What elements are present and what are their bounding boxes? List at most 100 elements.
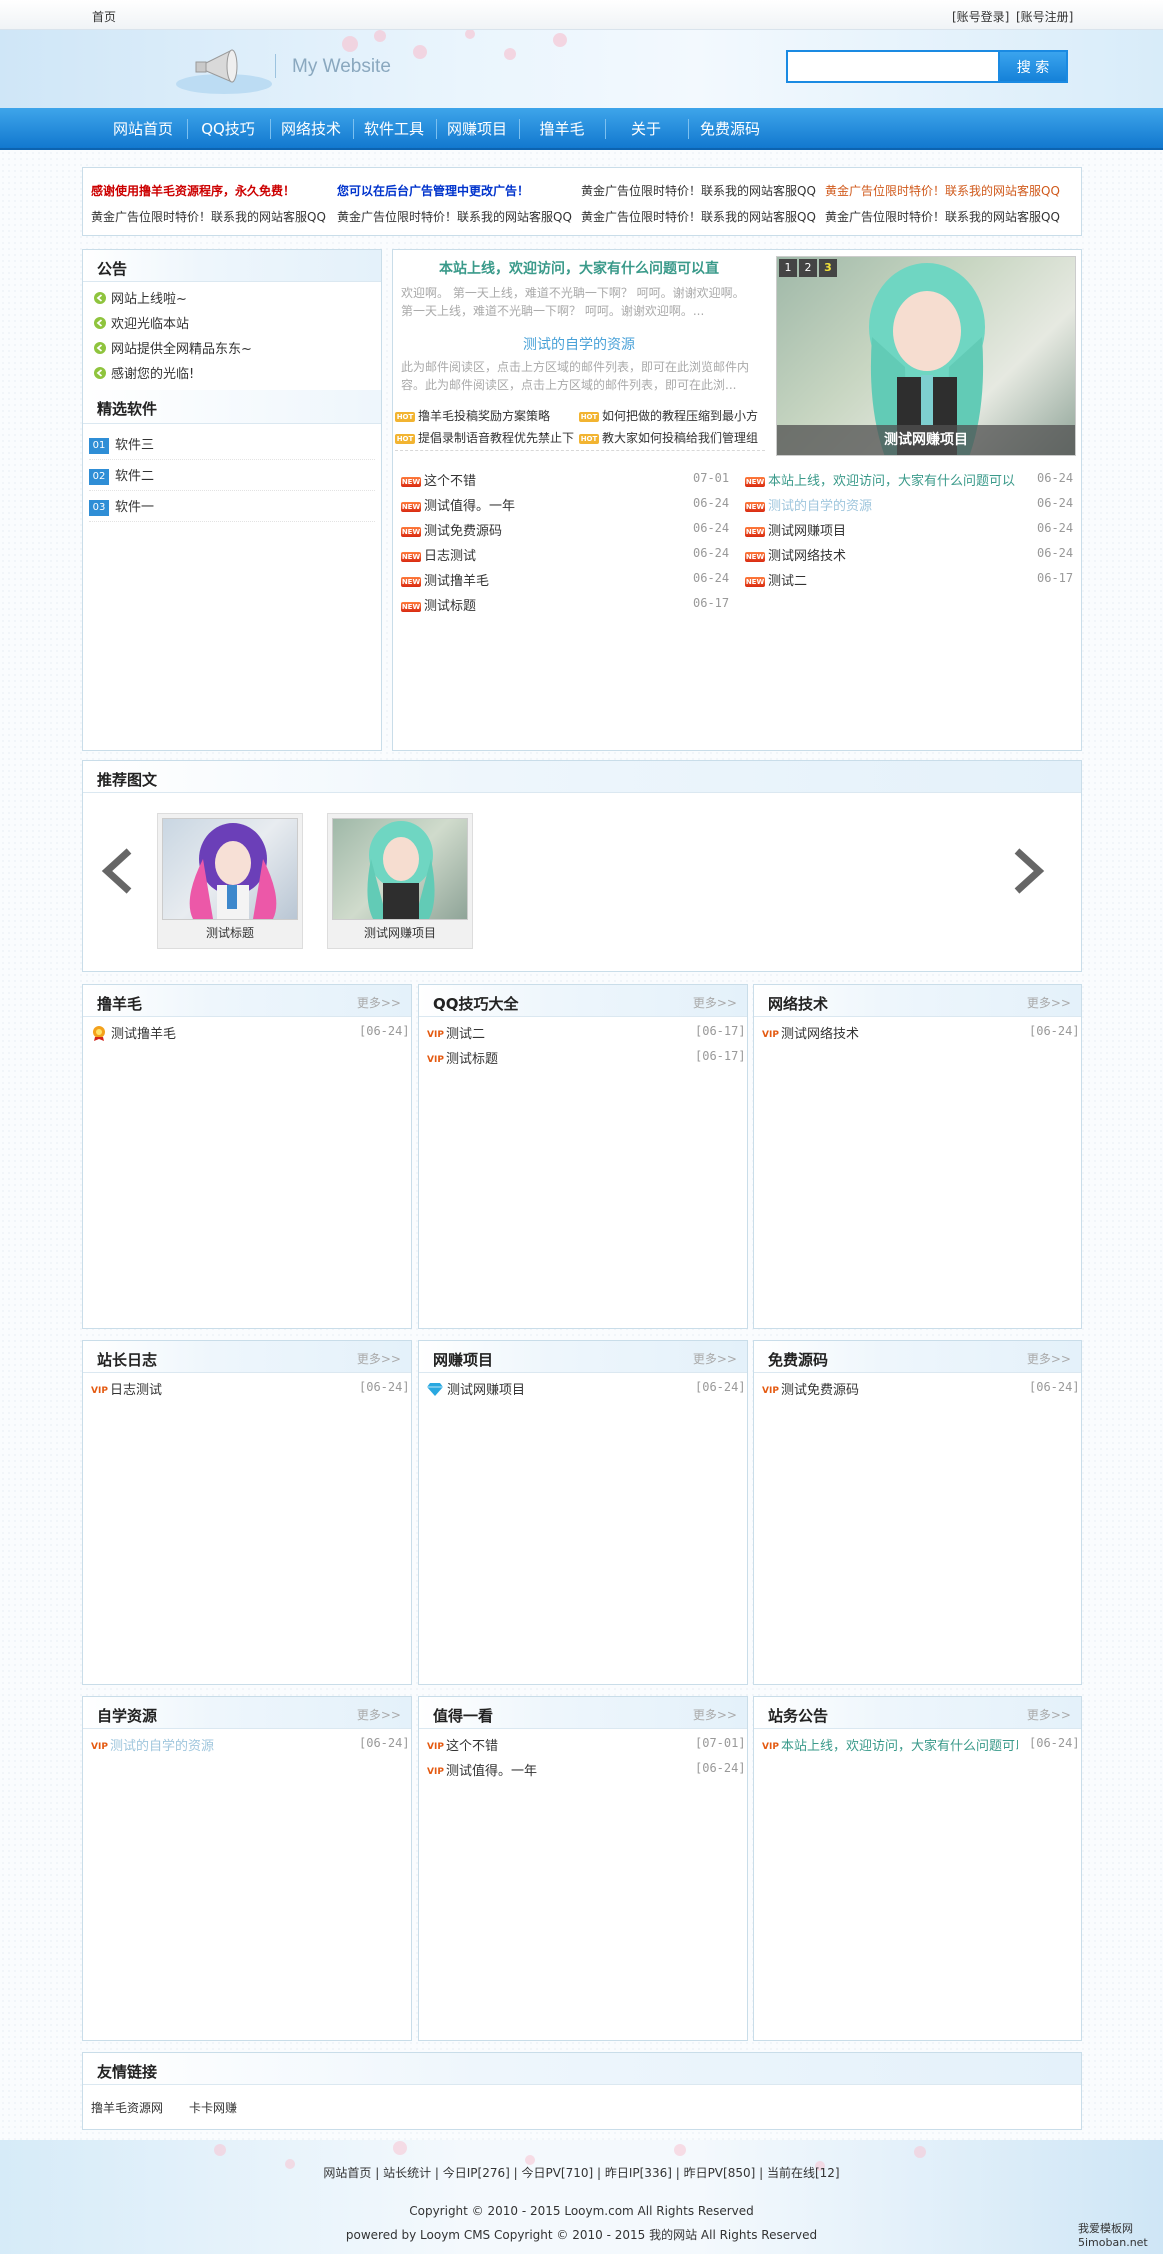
more-link[interactable]: 更多>> — [1027, 1706, 1071, 1723]
news-date: 06-24 — [693, 571, 730, 585]
list-item[interactable]: VIP 日志测试 — [91, 1379, 341, 1398]
notice-item[interactable]: 感谢您的光临! — [93, 363, 194, 384]
hot-link[interactable]: HOT 如何把做的教程压缩到最小方 — [579, 407, 765, 424]
ad-link[interactable]: 黄金广告位限时特价！联系我的网站客服QQ — [581, 182, 821, 199]
search-input[interactable] — [786, 50, 1000, 83]
slider-page-1[interactable]: 1 — [779, 259, 797, 277]
more-link[interactable]: 更多>> — [1027, 994, 1071, 1011]
news-date: 06-24 — [693, 521, 730, 535]
more-link[interactable]: 更多>> — [693, 1350, 737, 1367]
new-badge: NEW — [401, 576, 421, 587]
slider-page-3[interactable]: 3 — [819, 259, 837, 277]
notice-item[interactable]: 欢迎光临本站 — [93, 313, 189, 334]
nav-item-free-source[interactable]: 免费源码 — [692, 108, 768, 150]
slider-page-2[interactable]: 2 — [799, 259, 817, 277]
recommend-title: 推荐图文 — [97, 771, 158, 789]
nav-item-make-money[interactable]: 网赚项目 — [439, 108, 515, 150]
ad-link[interactable]: 黄金广告位限时特价！联系我的网站客服QQ — [91, 208, 331, 225]
vip-icon: VIP — [427, 1766, 444, 1777]
news-item[interactable]: NEW 测试标题 — [401, 595, 737, 614]
notice-item[interactable]: 网站上线啦~ — [93, 288, 187, 309]
footer-stats-links[interactable]: 网站首页 | 站长统计 | 今日IP[276] | 今日PV[710] | 昨日… — [0, 2164, 1163, 2181]
news-item[interactable]: NEW 测试值得。一年 — [401, 495, 737, 514]
news-title: 测试标题 — [424, 599, 477, 614]
nav-item-home[interactable]: 网站首页 — [102, 108, 184, 150]
software-label: 软件一 — [115, 500, 155, 515]
panel-header: QQ技巧大全 更多>> — [419, 985, 747, 1017]
register-link[interactable]: [账号注册] — [1016, 8, 1073, 25]
news-title: 测试网络技术 — [768, 549, 847, 564]
news-item[interactable]: NEW 测试的自学的资源 — [745, 495, 1015, 514]
list-item[interactable]: 测试撸羊毛 — [91, 1023, 341, 1045]
featured-software-header: 精选软件 — [83, 390, 381, 424]
news-date: 06-24 — [1037, 546, 1074, 560]
list-item[interactable]: 测试网赚项目 — [427, 1379, 677, 1400]
nav-item-software[interactable]: 软件工具 — [356, 108, 432, 150]
list-item[interactable]: VIP 测试免费源码 — [762, 1379, 1012, 1398]
new-badge: NEW — [745, 501, 765, 512]
ad-link[interactable]: 您可以在后台广告管理中更改广告！ — [337, 182, 529, 199]
more-link[interactable]: 更多>> — [357, 1706, 401, 1723]
panel-title: 值得一看 — [433, 1707, 494, 1725]
site-logo[interactable]: My Website — [174, 36, 404, 96]
software-item[interactable]: 03 软件一 — [89, 496, 375, 522]
image-slider[interactable]: 1 2 3 测试网赚项目 — [776, 256, 1076, 456]
news-item[interactable]: NEW 测试免费源码 — [401, 520, 737, 539]
ad-link[interactable]: 黄金广告位限时特价！联系我的网站客服QQ — [581, 208, 821, 225]
list-item[interactable]: VIP 测试二 — [427, 1023, 677, 1042]
news-item[interactable]: NEW 测试二 — [745, 570, 1015, 589]
news-title: 测试免费源码 — [424, 524, 503, 539]
vip-icon: VIP — [427, 1741, 444, 1752]
more-link[interactable]: 更多>> — [357, 1350, 401, 1367]
headline-title-1[interactable]: 本站上线，欢迎访问，大家有什么问题可以直 — [393, 258, 765, 278]
list-item[interactable]: VIP 本站上线，欢迎访问，大家有什么问题可以直 — [762, 1735, 1018, 1754]
nav-item-qq-tips[interactable]: QQ技巧 — [190, 108, 266, 150]
hot-link[interactable]: HOT 教大家如何投稿给我们管理组 — [579, 429, 765, 446]
slider-caption[interactable]: 测试网赚项目 — [777, 425, 1075, 455]
hot-link[interactable]: HOT 撸羊毛投稿奖励方案策略 — [395, 407, 577, 424]
ad-link[interactable]: 感谢使用撸羊毛资源程序，永久免费！ — [91, 182, 295, 199]
top-home-link[interactable]: 首页 — [92, 8, 116, 25]
nav-item-network-tech[interactable]: 网络技术 — [273, 108, 349, 150]
list-item[interactable]: VIP 测试网络技术 — [762, 1023, 1012, 1042]
login-link[interactable]: [账号登录] — [952, 8, 1009, 25]
friend-link[interactable]: 卡卡网赚 — [189, 2099, 237, 2116]
more-link[interactable]: 更多>> — [693, 1706, 737, 1723]
watermark-url: 5imoban.net — [1078, 2236, 1148, 2249]
carousel-prev-icon[interactable] — [99, 847, 135, 895]
news-title: 测试的自学的资源 — [768, 499, 873, 514]
recommend-card[interactable]: 测试标题 — [157, 813, 303, 949]
ad-link[interactable]: 黄金广告位限时特价！联系我的网站客服QQ — [337, 208, 577, 225]
notice-item[interactable]: 网站提供全网精品东东~ — [93, 338, 252, 359]
news-item[interactable]: NEW 测试网赚项目 — [745, 520, 1015, 539]
news-item[interactable]: NEW 测试网络技术 — [745, 545, 1015, 564]
list-item[interactable]: VIP 测试值得。一年 — [427, 1760, 677, 1779]
news-item[interactable]: NEW 测试撸羊毛 — [401, 570, 737, 589]
news-item[interactable]: NEW 日志测试 — [401, 545, 737, 564]
list-item[interactable]: VIP 测试的自学的资源 — [91, 1735, 341, 1754]
ad-link[interactable]: 黄金广告位限时特价！联系我的网站客服QQ — [825, 208, 1075, 225]
hot-link-label: 撸羊毛投稿奖励方案策略 — [418, 409, 551, 423]
software-item[interactable]: 02 软件二 — [89, 465, 375, 491]
site-header: My Website 搜 索 — [0, 30, 1163, 108]
headline-title-2[interactable]: 测试的自学的资源 — [393, 334, 765, 354]
carousel-next-icon[interactable] — [1011, 847, 1047, 895]
list-item[interactable]: VIP 测试标题 — [427, 1048, 677, 1067]
news-item[interactable]: NEW 这个不错 — [401, 470, 737, 489]
software-item[interactable]: 01 软件三 — [89, 434, 375, 460]
more-link[interactable]: 更多>> — [693, 994, 737, 1011]
more-link[interactable]: 更多>> — [357, 994, 401, 1011]
category-panel-free-source: 免费源码 更多>> VIP 测试免费源码 [06-24] — [753, 1340, 1082, 1685]
more-link[interactable]: 更多>> — [1027, 1350, 1071, 1367]
search-button[interactable]: 搜 索 — [998, 50, 1068, 83]
recommend-card[interactable]: 测试网赚项目 — [327, 813, 473, 949]
nav-item-freebies[interactable]: 撸羊毛 — [522, 108, 602, 150]
news-item[interactable]: NEW 本站上线，欢迎访问，大家有什么问题可以直 — [745, 470, 1015, 489]
nav-item-about[interactable]: 关于 — [608, 108, 684, 150]
list-item[interactable]: VIP 这个不错 — [427, 1735, 677, 1754]
hot-link[interactable]: HOT 提倡录制语音教程优先禁止下 — [395, 429, 577, 446]
category-panel-make-money: 网赚项目 更多>> 测试网赚项目 [06-24] — [418, 1340, 748, 1685]
friend-link[interactable]: 撸羊毛资源网 — [91, 2099, 163, 2116]
category-panel-site-notice: 站务公告 更多>> VIP 本站上线，欢迎访问，大家有什么问题可以直 [06-24] — [753, 1696, 1082, 2041]
ad-link[interactable]: 黄金广告位限时特价！联系我的网站客服QQ — [825, 182, 1075, 199]
